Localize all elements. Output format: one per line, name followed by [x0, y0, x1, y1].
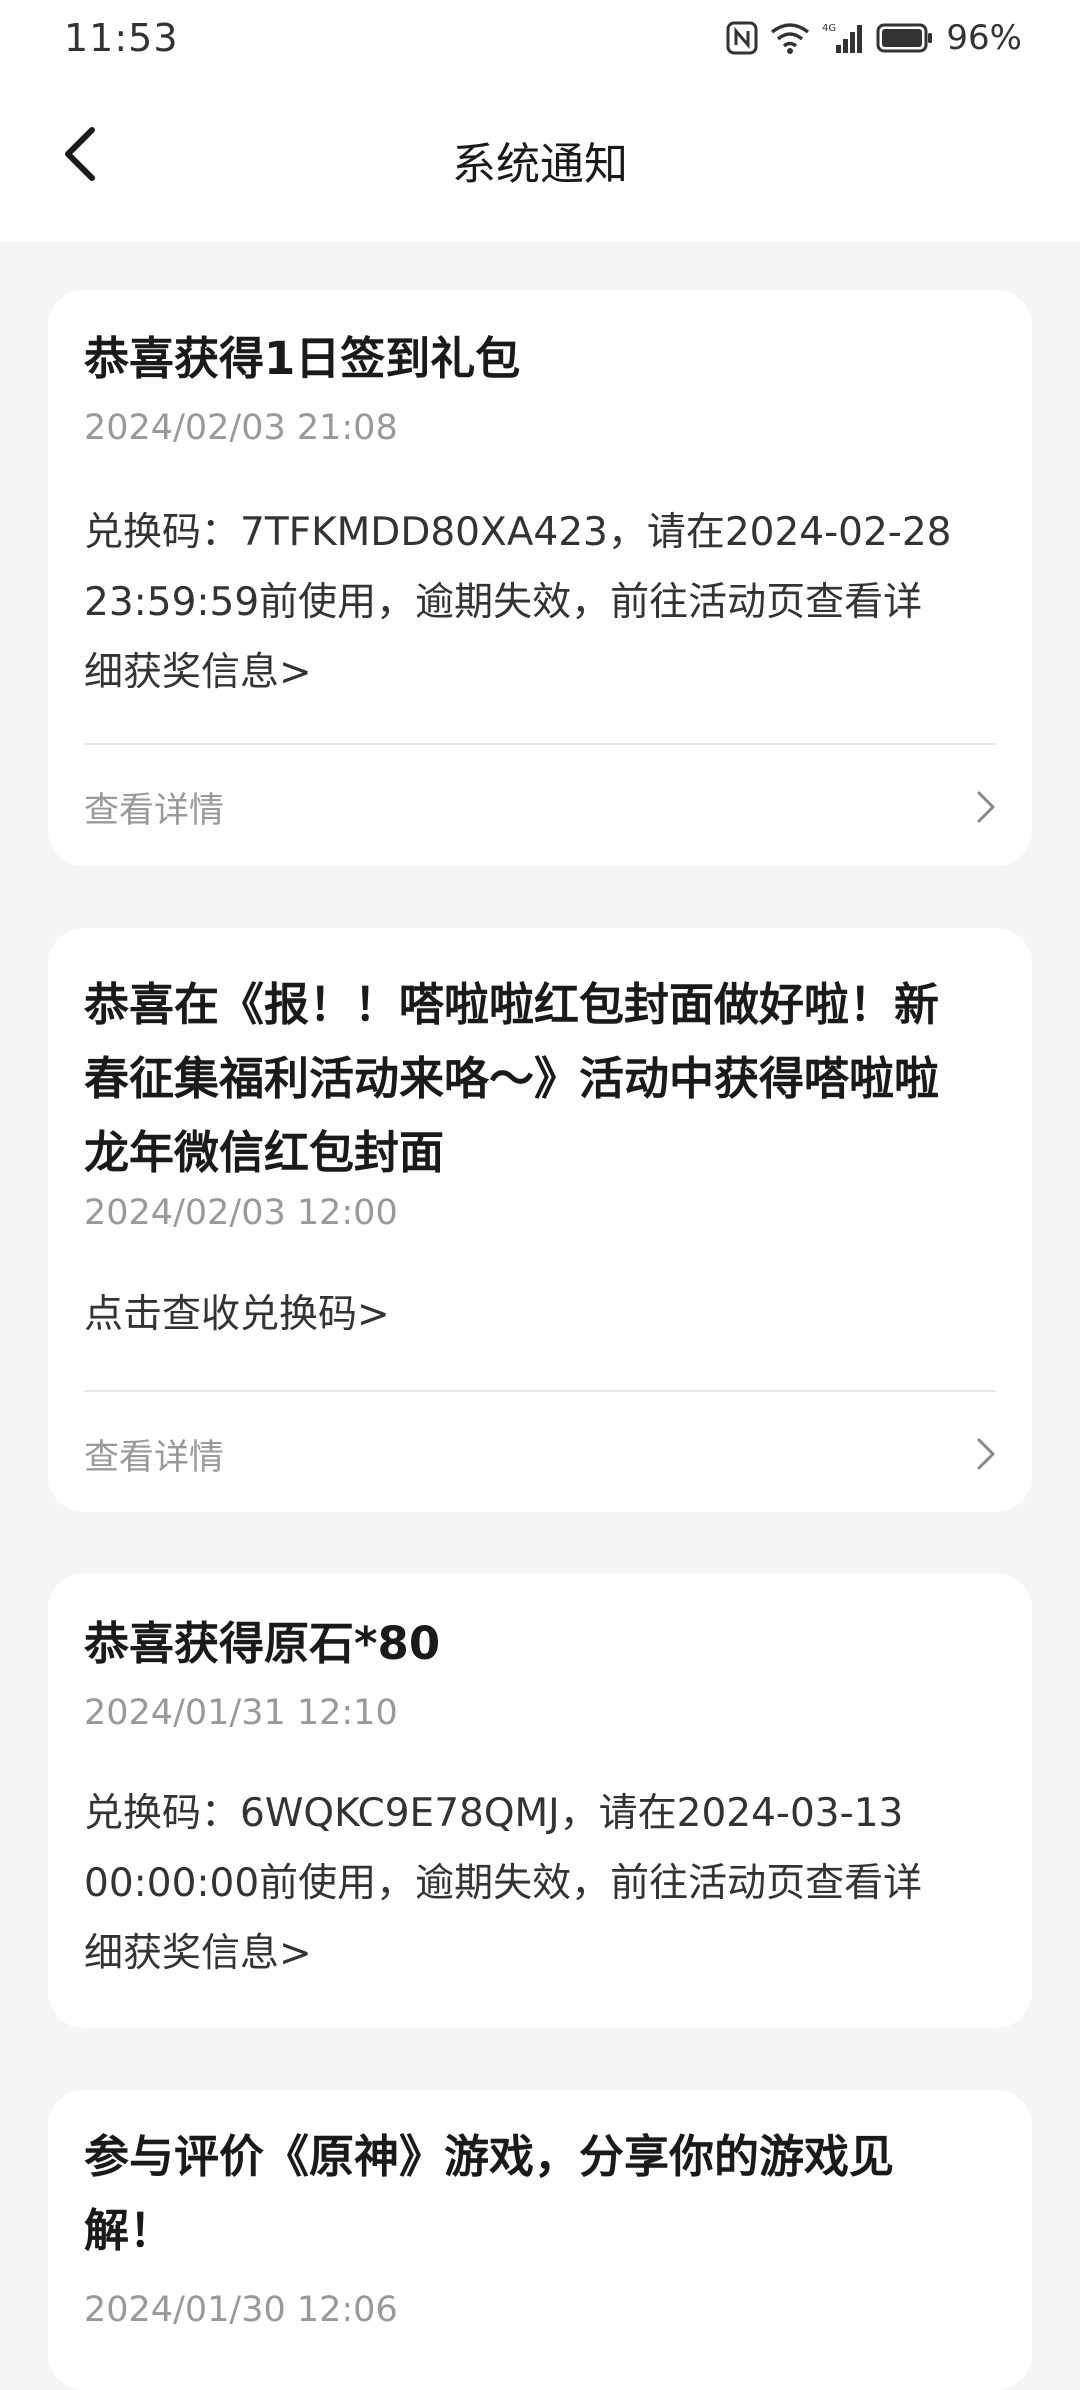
- notification-date: 2024/01/31 12:10: [84, 1693, 398, 1733]
- notification-body[interactable]: 兑换码：7TFKMDD80XA423，请在2024-02-28 23:59:59…: [84, 498, 1004, 708]
- notification-title: 恭喜获得原石*80: [84, 1617, 441, 1670]
- view-details-button[interactable]: 查看详情: [84, 772, 996, 842]
- notification-card: 恭喜获得原石*80 2024/01/31 12:10 兑换码：6WQKC9E78…: [48, 1573, 1032, 2028]
- body-line: 兑换码：6WQKC9E78QMJ，请在2024-03-13: [84, 1791, 904, 1836]
- notification-title: 参与评价《原神》游戏，分享你的游戏见 解！: [84, 2120, 996, 2268]
- battery-percentage: 96%: [946, 18, 1022, 58]
- view-details-label: 查看详情: [84, 1437, 225, 1478]
- view-details-button[interactable]: 查看详情: [84, 1419, 996, 1489]
- status-icons: 4G 96%: [726, 18, 1022, 58]
- notification-date: 2024/01/30 12:06: [84, 2290, 398, 2330]
- wifi-icon: [770, 22, 810, 54]
- notification-date: 2024/02/03 21:08: [84, 408, 398, 448]
- title-line: 龙年微信红包封面: [84, 1126, 445, 1179]
- nfc-icon: [726, 21, 758, 55]
- body-line: 兑换码：7TFKMDD80XA423，请在2024-02-28: [84, 510, 952, 555]
- divider: [84, 1390, 996, 1392]
- body-line: 23:59:59前使用，逾期失效，前往活动页查看详: [84, 580, 923, 625]
- notification-date: 2024/02/03 12:00: [84, 1193, 398, 1233]
- notification-body[interactable]: 兑换码：6WQKC9E78QMJ，请在2024-03-13 00:00:00前使…: [84, 1779, 1004, 1989]
- notification-title: 恭喜获得1日签到礼包: [84, 332, 521, 385]
- notification-card: 恭喜在《报！！嗒啦啦红包封面做好啦！新 春征集福利活动来咯～》活动中获得嗒啦啦 …: [48, 928, 1032, 1512]
- chevron-right-icon: [977, 791, 995, 823]
- body-line: 细获奖信息>: [84, 1931, 312, 1976]
- body-line: 点击查收兑换码>: [84, 1292, 390, 1337]
- battery-icon: [876, 22, 934, 54]
- page-title: 系统通知: [452, 139, 628, 190]
- title-line: 解！: [84, 2204, 175, 2257]
- title-line: 恭喜在《报！！嗒啦啦红包封面做好啦！新: [84, 978, 940, 1031]
- body-line: 00:00:00前使用，逾期失效，前往活动页查看详: [84, 1861, 923, 1906]
- signal-4g-icon: 4G: [822, 21, 864, 55]
- divider: [84, 743, 996, 745]
- notification-card: 恭喜获得1日签到礼包 2024/02/03 21:08 兑换码：7TFKMDD8…: [48, 290, 1032, 866]
- view-details-label: 查看详情: [84, 790, 225, 831]
- notification-title: 恭喜在《报！！嗒啦啦红包封面做好啦！新 春征集福利活动来咯～》活动中获得嗒啦啦 …: [84, 968, 996, 1190]
- status-time: 11:53: [64, 16, 179, 60]
- body-line: 细获奖信息>: [84, 650, 312, 695]
- status-bar: 11:53 4G 96%: [0, 0, 1080, 80]
- title-line: 春征集福利活动来咯～》活动中获得嗒啦啦: [84, 1052, 940, 1105]
- header: 系统通知: [0, 80, 1080, 242]
- notification-body[interactable]: 点击查收兑换码>: [84, 1280, 1004, 1350]
- title-line: 参与评价《原神》游戏，分享你的游戏见: [84, 2130, 895, 2183]
- notification-card: 参与评价《原神》游戏，分享你的游戏见 解！ 2024/01/30 12:06: [48, 2090, 1032, 2390]
- svg-text:4G: 4G: [822, 23, 836, 34]
- chevron-right-icon: [977, 1438, 995, 1470]
